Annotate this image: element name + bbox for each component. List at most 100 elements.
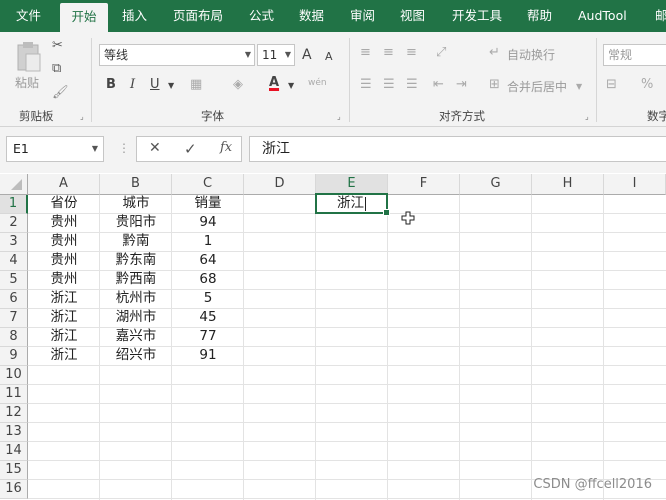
align-left-icon[interactable]: ☰: [360, 76, 372, 94]
tab-developer[interactable]: 开发工具: [452, 0, 502, 32]
cell-a3[interactable]: 贵州: [28, 232, 100, 251]
tab-file[interactable]: 文件: [16, 0, 41, 32]
cell-a2[interactable]: 贵州: [28, 213, 100, 232]
format-painter-icon[interactable]: 🖌: [52, 84, 69, 102]
wrap-text-button[interactable]: 自动换行: [507, 46, 555, 63]
paste-button[interactable]: 粘贴: [12, 40, 46, 90]
row-header-1[interactable]: 1: [0, 195, 28, 214]
fill-handle[interactable]: [383, 209, 390, 216]
cell-c4[interactable]: 64: [172, 251, 244, 270]
tab-data[interactable]: 数据: [299, 0, 324, 32]
column-header-c[interactable]: C: [172, 174, 244, 195]
cell-a1[interactable]: 省份: [28, 194, 100, 213]
row-header-9[interactable]: 9: [0, 347, 28, 366]
tab-review[interactable]: 审阅: [350, 0, 375, 32]
row-header-10[interactable]: 10: [0, 366, 28, 385]
fill-color-icon[interactable]: ◈: [233, 76, 243, 94]
cell-c3[interactable]: 1: [172, 232, 244, 251]
row-header-14[interactable]: 14: [0, 442, 28, 461]
align-middle-icon[interactable]: ≡: [383, 44, 394, 62]
tab-mail[interactable]: 邮: [655, 0, 666, 32]
name-box[interactable]: E1 ▼: [6, 136, 104, 162]
column-header-i[interactable]: I: [604, 174, 666, 195]
row-header-7[interactable]: 7: [0, 309, 28, 328]
tab-audtool[interactable]: AudTool: [578, 0, 627, 32]
increase-font-size-icon[interactable]: A: [302, 46, 312, 64]
accounting-format-icon[interactable]: ⊟: [606, 76, 617, 94]
cell-a4[interactable]: 贵州: [28, 251, 100, 270]
cell-b4[interactable]: 黔东南: [100, 251, 172, 270]
merge-center-button[interactable]: 合并后居中: [507, 78, 567, 95]
number-format-select[interactable]: 常规: [603, 44, 666, 66]
row-header-12[interactable]: 12: [0, 404, 28, 423]
phonetic-guide-icon[interactable]: wén: [308, 74, 327, 92]
tab-view[interactable]: 视图: [400, 0, 425, 32]
active-cell-e1[interactable]: 浙江: [315, 193, 390, 216]
decrease-font-size-icon[interactable]: A: [325, 48, 333, 66]
chevron-down-icon[interactable]: ▼: [288, 77, 294, 95]
increase-indent-icon[interactable]: ⇥: [456, 76, 467, 94]
border-icon[interactable]: ▦: [190, 76, 202, 94]
column-header-f[interactable]: F: [388, 174, 460, 195]
column-header-e[interactable]: E: [316, 174, 388, 195]
font-name-select[interactable]: 等线 ▼: [99, 44, 255, 66]
column-header-g[interactable]: G: [460, 174, 532, 195]
cell-c8[interactable]: 77: [172, 327, 244, 346]
align-top-icon[interactable]: ≡: [360, 44, 371, 62]
percent-style-button[interactable]: %: [641, 76, 653, 94]
row-header-3[interactable]: 3: [0, 233, 28, 252]
cell-b7[interactable]: 湖州市: [100, 308, 172, 327]
column-header-a[interactable]: A: [28, 174, 100, 195]
font-size-select[interactable]: 11 ▼: [257, 44, 295, 66]
column-header-d[interactable]: D: [244, 174, 316, 195]
cell-a8[interactable]: 浙江: [28, 327, 100, 346]
row-header-13[interactable]: 13: [0, 423, 28, 442]
tab-home[interactable]: 开始: [60, 3, 108, 32]
cell-b6[interactable]: 杭州市: [100, 289, 172, 308]
row-header-8[interactable]: 8: [0, 328, 28, 347]
chevron-down-icon[interactable]: ▼: [168, 77, 174, 95]
cell-b1[interactable]: 城市: [100, 194, 172, 213]
alignment-launcher-icon[interactable]: ⌟: [585, 112, 589, 121]
cell-a5[interactable]: 贵州: [28, 270, 100, 289]
tab-insert[interactable]: 插入: [122, 0, 147, 32]
cell-a6[interactable]: 浙江: [28, 289, 100, 308]
bold-button[interactable]: B: [106, 76, 116, 94]
cut-icon[interactable]: ✂: [52, 37, 63, 55]
row-header-6[interactable]: 6: [0, 290, 28, 309]
row-header-15[interactable]: 15: [0, 461, 28, 480]
row-header-5[interactable]: 5: [0, 271, 28, 290]
orientation-icon[interactable]: ⤢: [436, 44, 446, 62]
cell-b3[interactable]: 黔南: [100, 232, 172, 251]
underline-button[interactable]: U: [150, 76, 160, 94]
row-header-4[interactable]: 4: [0, 252, 28, 271]
cell-a7[interactable]: 浙江: [28, 308, 100, 327]
cell-c1[interactable]: 销量: [172, 194, 244, 213]
tab-formulas[interactable]: 公式: [249, 0, 274, 32]
formula-input[interactable]: 浙江: [249, 136, 666, 162]
chevron-down-icon[interactable]: ▼: [576, 78, 582, 96]
cell-c6[interactable]: 5: [172, 289, 244, 308]
tab-help[interactable]: 帮助: [527, 0, 552, 32]
row-header-16[interactable]: 16: [0, 480, 28, 499]
select-all-button[interactable]: [0, 174, 28, 195]
column-header-h[interactable]: H: [532, 174, 604, 195]
decrease-indent-icon[interactable]: ⇤: [433, 76, 444, 94]
italic-button[interactable]: I: [130, 76, 135, 94]
clipboard-launcher-icon[interactable]: ⌟: [80, 112, 84, 121]
copy-icon[interactable]: ⧉: [52, 60, 61, 78]
cell-c5[interactable]: 68: [172, 270, 244, 289]
cell-c9[interactable]: 91: [172, 346, 244, 365]
cell-b9[interactable]: 绍兴市: [100, 346, 172, 365]
tab-page-layout[interactable]: 页面布局: [173, 0, 223, 32]
cell-b8[interactable]: 嘉兴市: [100, 327, 172, 346]
cancel-button[interactable]: ✕: [149, 140, 161, 156]
align-bottom-icon[interactable]: ≡: [406, 44, 417, 62]
insert-function-button[interactable]: fx: [220, 140, 232, 155]
cell-b2[interactable]: 贵阳市: [100, 213, 172, 232]
align-center-icon[interactable]: ☰: [383, 76, 395, 94]
cell-a9[interactable]: 浙江: [28, 346, 100, 365]
confirm-button[interactable]: ✓: [184, 140, 197, 158]
row-header-2[interactable]: 2: [0, 214, 28, 233]
column-header-b[interactable]: B: [100, 174, 172, 195]
